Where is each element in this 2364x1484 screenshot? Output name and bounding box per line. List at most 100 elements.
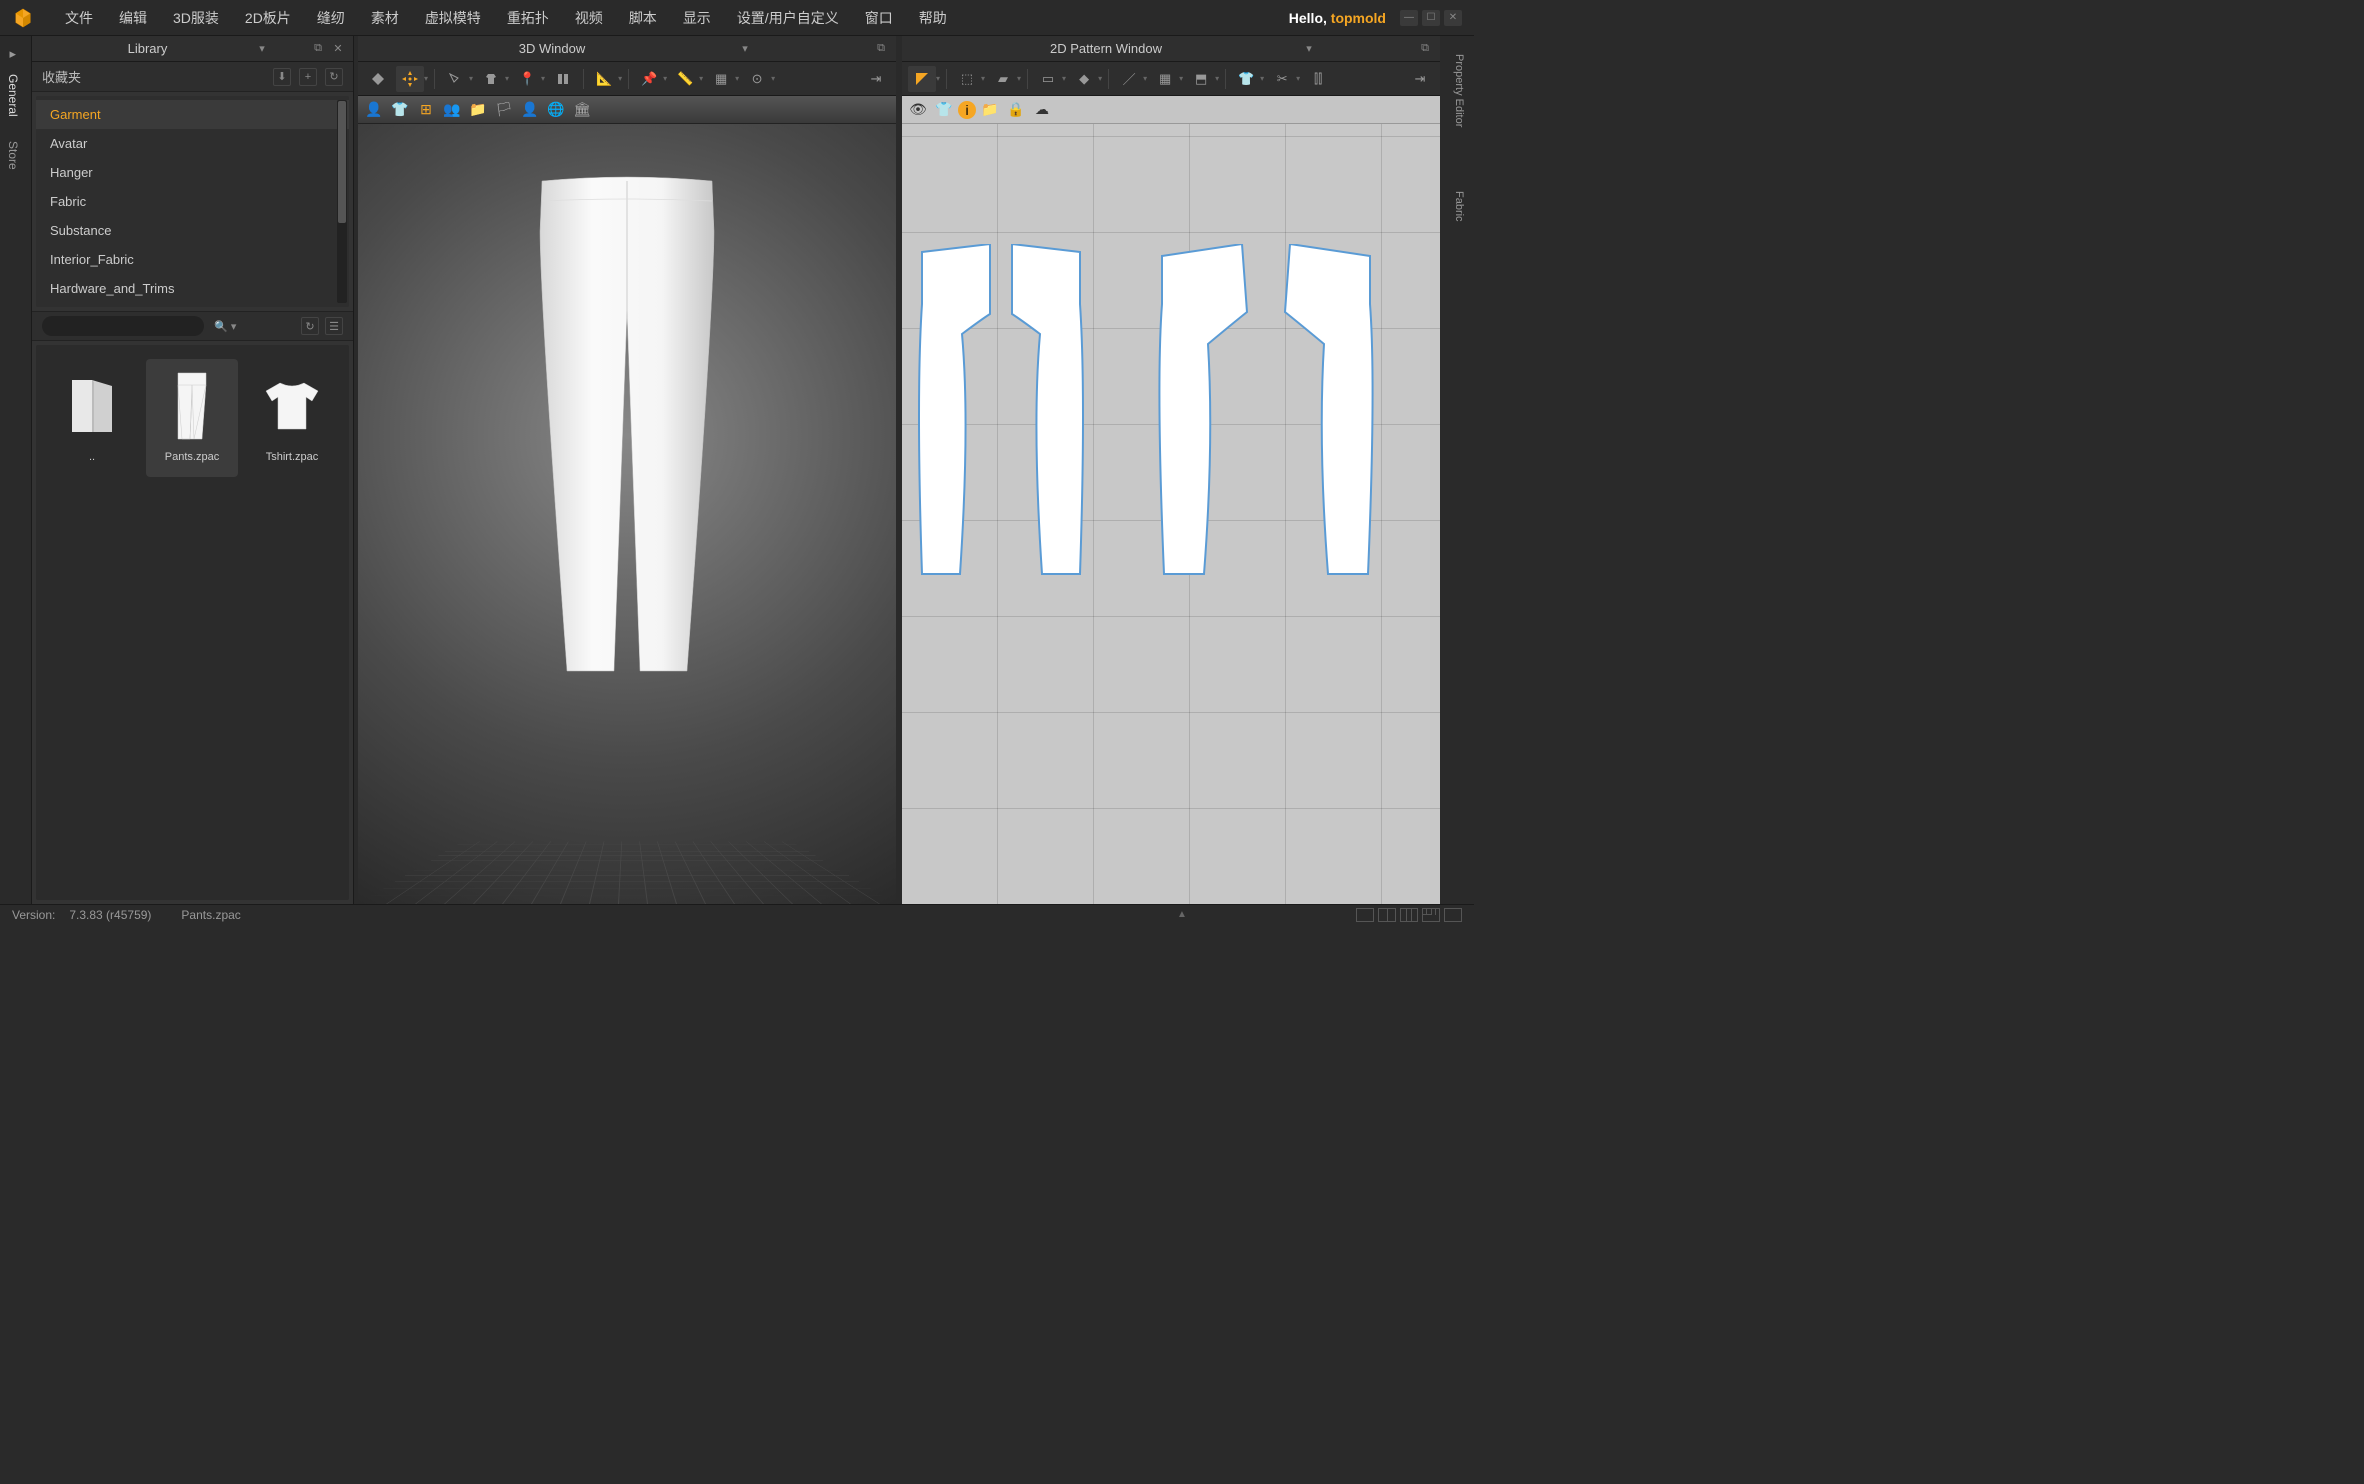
canvas-2d[interactable] <box>902 124 1440 904</box>
file-item-pants[interactable]: Pants.zpac <box>146 359 238 477</box>
menu-settings[interactable]: 设置/用户自定义 <box>724 0 852 36</box>
view-silhouette-icon[interactable]: 👤 <box>518 99 542 121</box>
tool-2d-sewing[interactable]: 👕 <box>1232 66 1260 92</box>
search-icon[interactable]: 🔍 ▾ <box>210 320 240 333</box>
tool-arrange[interactable] <box>549 66 577 92</box>
view-2d-folder-icon[interactable]: 📁 <box>978 99 1002 121</box>
tool-garment[interactable] <box>477 66 505 92</box>
tool-simulate[interactable] <box>364 66 392 92</box>
toolbar-3d: ▾ ▾ ▾ 📍▾ 📐▾ 📌▾ 📏▾ ▦▾ ⊙▾ ⇥ <box>358 62 896 96</box>
view-avatar-icon[interactable]: 👤 <box>362 99 386 121</box>
view-2d-garment-icon[interactable]: 👕 <box>932 99 956 121</box>
view-building-icon[interactable]: 🏛 <box>570 99 594 121</box>
category-interior-fabric[interactable]: Interior_Fabric <box>36 245 349 274</box>
tool-tack[interactable]: 📌 <box>635 66 663 92</box>
file-item-up[interactable]: .. <box>46 359 138 477</box>
view-flag-icon[interactable]: 🏳 <box>492 99 516 121</box>
menu-sewing[interactable]: 缝纫 <box>304 0 358 36</box>
layout-single[interactable] <box>1356 908 1374 922</box>
view-garment-icon[interactable]: 👕 <box>388 99 412 121</box>
canvas-3d[interactable] <box>358 124 896 904</box>
toolbar-2d-more-icon[interactable]: ⇥ <box>1406 66 1434 92</box>
close-button[interactable]: ✕ <box>1444 10 1462 26</box>
view-mesh-icon[interactable]: ⊞ <box>414 99 438 121</box>
menu-file[interactable]: 文件 <box>52 0 106 36</box>
view-2d-lock-icon[interactable]: 🔒 <box>1004 99 1028 121</box>
menu-3d-garment[interactable]: 3D服装 <box>160 0 232 36</box>
tab-general[interactable]: General <box>0 62 26 129</box>
menu-materials[interactable]: 素材 <box>358 0 412 36</box>
tool-texture[interactable]: ▦ <box>707 66 735 92</box>
layout-custom[interactable] <box>1444 908 1462 922</box>
menu-video[interactable]: 视频 <box>562 0 616 36</box>
tool-2d-dart[interactable]: ◆ <box>1070 66 1098 92</box>
library-dropdown-icon[interactable]: ▾ <box>255 42 269 56</box>
category-garment[interactable]: Garment <box>36 100 349 129</box>
view-globe-icon[interactable]: 🌐 <box>544 99 568 121</box>
menu-retopology[interactable]: 重拓扑 <box>494 0 562 36</box>
library-close-icon[interactable]: ✕ <box>331 42 345 56</box>
fav-download-icon[interactable]: ⬇ <box>273 68 291 86</box>
sidebar-expand-icon[interactable]: ▸ <box>10 46 22 58</box>
menu-edit[interactable]: 编辑 <box>106 0 160 36</box>
viewport-3d-dropdown-icon[interactable]: ▾ <box>738 42 752 56</box>
tool-fold[interactable]: 📐 <box>590 66 618 92</box>
tool-measure[interactable]: 📏 <box>671 66 699 92</box>
layout-split-2[interactable] <box>1378 908 1396 922</box>
view-2d-cloud-icon[interactable]: ☁ <box>1030 99 1054 121</box>
tool-button[interactable]: ⊙ <box>743 66 771 92</box>
tool-2d-transform[interactable]: ⬚ <box>953 66 981 92</box>
tool-2d-polygon[interactable]: ▰ <box>989 66 1017 92</box>
fav-refresh-icon[interactable]: ↻ <box>325 68 343 86</box>
tab-store[interactable]: Store <box>0 129 26 182</box>
view-texture-icon[interactable]: 👥 <box>440 99 464 121</box>
view-2d-eye-icon[interactable]: 👁 <box>906 99 930 121</box>
category-avatar[interactable]: Avatar <box>36 129 349 158</box>
layout-grid[interactable] <box>1422 908 1440 922</box>
menu-help[interactable]: 帮助 <box>906 0 960 36</box>
search-refresh-icon[interactable]: ↻ <box>301 317 319 335</box>
menu-avatar[interactable]: 虚拟模特 <box>412 0 494 36</box>
minimize-button[interactable]: — <box>1400 10 1418 26</box>
file-item-tshirt[interactable]: Tshirt.zpac <box>246 359 338 477</box>
maximize-button[interactable]: ☐ <box>1422 10 1440 26</box>
favorites-label: 收藏夹 <box>42 67 273 86</box>
tool-2d-rectangle[interactable]: ▭ <box>1034 66 1062 92</box>
file-label: Tshirt.zpac <box>266 451 319 463</box>
statusbar-expand-icon[interactable]: ▲ <box>1177 909 1187 920</box>
statusbar: Version: 7.3.83 (r45759) Pants.zpac ▲ <box>0 904 1474 924</box>
search-list-icon[interactable]: ☰ <box>325 317 343 335</box>
tab-fabric[interactable]: Fabric <box>1449 179 1469 234</box>
view-2d-info-icon[interactable]: i <box>958 101 976 119</box>
fav-add-icon[interactable]: + <box>299 68 317 86</box>
pants-3d-model <box>522 171 732 681</box>
tool-2d-trace[interactable]: ⬒ <box>1187 66 1215 92</box>
library-search-input[interactable] <box>42 316 204 336</box>
layout-split-3[interactable] <box>1400 908 1418 922</box>
toolbar-3d-more-icon[interactable]: ⇥ <box>862 66 890 92</box>
menu-script[interactable]: 脚本 <box>616 0 670 36</box>
menu-display[interactable]: 显示 <box>670 0 724 36</box>
tool-pin[interactable]: 📍 <box>513 66 541 92</box>
library-popout-icon[interactable]: ⧉ <box>311 42 325 56</box>
category-hardware-trims[interactable]: Hardware_and_Trims <box>36 274 349 303</box>
tool-2d-seam[interactable]: ▦ <box>1151 66 1179 92</box>
category-scrollbar[interactable] <box>337 100 347 303</box>
category-fabric[interactable]: Fabric <box>36 187 349 216</box>
tool-2d-edit-pattern[interactable] <box>908 66 936 92</box>
tool-2d-internal-line[interactable]: ／ <box>1115 66 1143 92</box>
tab-property-editor[interactable]: Property Editor <box>1449 42 1469 139</box>
tool-2d-symmetry[interactable]: ⫿⫿ <box>1304 66 1332 92</box>
menu-window[interactable]: 窗口 <box>852 0 906 36</box>
viewport-2d-dropdown-icon[interactable]: ▾ <box>1302 42 1316 56</box>
view-folder-icon[interactable]: 📁 <box>466 99 490 121</box>
status-version-label: Version: <box>12 908 55 922</box>
tool-select-move[interactable] <box>396 66 424 92</box>
menu-2d-pattern[interactable]: 2D板片 <box>232 0 304 36</box>
viewport-2d-popout-icon[interactable]: ⧉ <box>1418 42 1432 56</box>
tool-select-mesh[interactable] <box>441 66 469 92</box>
viewport-3d-popout-icon[interactable]: ⧉ <box>874 42 888 56</box>
tool-2d-notch[interactable]: ✂ <box>1268 66 1296 92</box>
category-hanger[interactable]: Hanger <box>36 158 349 187</box>
category-substance[interactable]: Substance <box>36 216 349 245</box>
